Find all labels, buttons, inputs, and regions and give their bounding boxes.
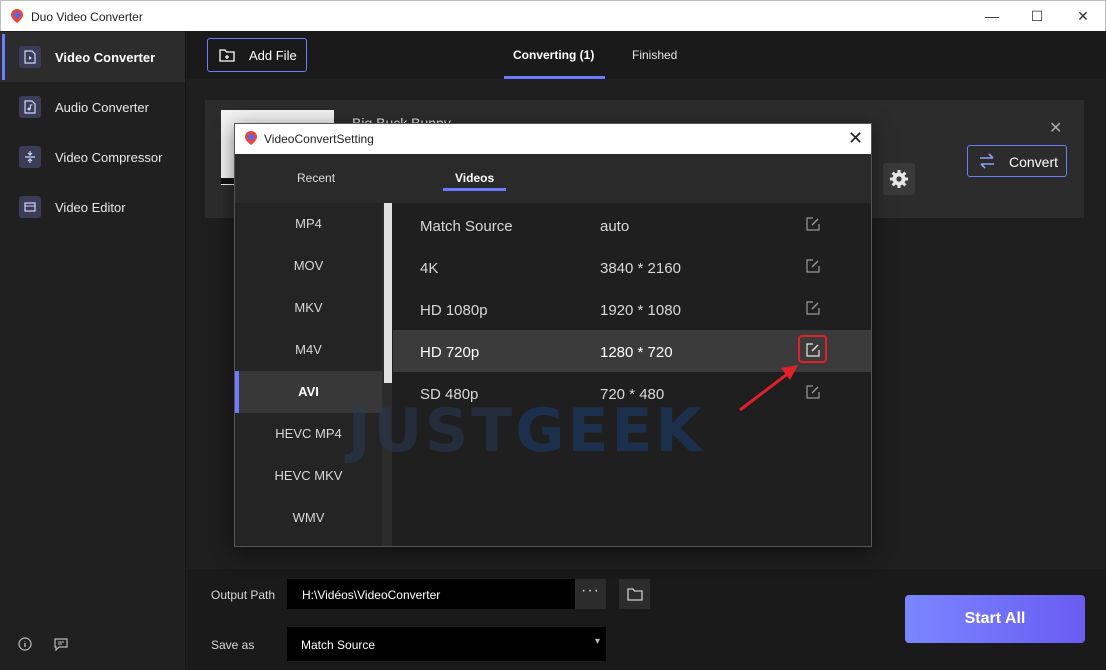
resolution-row[interactable]: HD 1080p 1920 * 1080 <box>393 288 871 330</box>
app-title: Duo Video Converter <box>31 10 143 24</box>
resolution-row[interactable]: 4K 3840 * 2160 <box>393 246 871 288</box>
add-file-button[interactable]: Add File <box>207 38 307 72</box>
output-path-field[interactable]: H:\Vidéos\VideoConverter <box>287 579 577 609</box>
convert-icon <box>980 153 994 169</box>
tab-videos[interactable]: Videos <box>455 171 494 185</box>
watermark: JUSTGEEK <box>348 396 705 466</box>
dialog-close-button[interactable]: ✕ <box>848 128 863 149</box>
folder-icon <box>626 588 643 601</box>
settings-gear-button[interactable] <box>883 163 915 195</box>
compress-icon <box>19 146 41 168</box>
resolution-value: 1280 * 720 <box>600 344 673 361</box>
minimize-button[interactable]: — <box>969 1 1015 31</box>
resolution-value: 3840 * 2160 <box>600 260 681 277</box>
format-item-mkv[interactable]: MKV <box>235 287 382 329</box>
app-logo-icon <box>245 131 257 145</box>
edit-icon[interactable] <box>806 259 820 273</box>
editor-icon <box>19 196 41 218</box>
top-bar: Add File Converting (1) Finished <box>187 31 1106 79</box>
dialog-tabs: Recent Videos <box>235 154 871 203</box>
edit-icon[interactable] <box>806 385 820 399</box>
add-file-icon <box>219 49 235 62</box>
app-logo-icon <box>11 9 23 23</box>
title-bar: Duo Video Converter — ☐ ✕ <box>0 0 1106 31</box>
bottom-bar: Output Path H:\Vidéos\VideoConverter ···… <box>187 569 1106 670</box>
tab-recent[interactable]: Recent <box>297 171 335 185</box>
edit-icon[interactable] <box>806 301 820 315</box>
sidebar-item-label: Audio Converter <box>55 99 149 115</box>
resolution-list: Match Source auto 4K 3840 * 2160 HD 1080… <box>393 203 871 546</box>
sidebar-item-label: Video Compressor <box>55 149 163 165</box>
tab-finished[interactable]: Finished <box>632 48 677 62</box>
sidebar-item-audio-converter[interactable]: Audio Converter <box>0 82 185 132</box>
sidebar-item-label: Video Converter <box>55 49 156 65</box>
sidebar-item-label: Video Editor <box>55 199 126 215</box>
close-window-button[interactable]: ✕ <box>1060 1 1106 31</box>
resolution-value: 1920 * 1080 <box>600 302 681 319</box>
resolution-name: HD 1080p <box>420 302 488 319</box>
feedback-icon[interactable] <box>54 637 68 651</box>
format-item-m4v[interactable]: M4V <box>235 329 382 371</box>
watermark-part2: GEEK <box>515 396 705 466</box>
convert-label: Convert <box>1009 154 1059 170</box>
watermark-part1: JUST <box>348 396 516 466</box>
remove-file-icon[interactable]: ✕ <box>1049 118 1062 138</box>
format-item-mp4[interactable]: MP4 <box>235 203 382 245</box>
sidebar-item-video-editor[interactable]: Video Editor <box>0 182 185 232</box>
sidebar: Video Converter Audio Converter Video Co… <box>0 31 186 670</box>
resolution-row-selected[interactable]: HD 720p 1280 * 720 <box>393 330 871 372</box>
add-file-label: Add File <box>249 48 297 63</box>
tab-converting[interactable]: Converting (1) <box>513 48 594 62</box>
start-all-button[interactable]: Start All <box>905 595 1085 643</box>
save-as-label: Save as <box>211 638 255 652</box>
dialog-title-bar: VideoConvertSetting ✕ <box>235 124 871 154</box>
save-as-value: Match Source <box>301 638 376 652</box>
resolution-name: 4K <box>420 260 439 277</box>
app-window: Duo Video Converter — ☐ ✕ Video Converte… <box>0 0 1106 670</box>
format-list-scroll-thumb[interactable] <box>384 203 392 383</box>
save-as-select[interactable]: Match Source ▾ <box>287 627 606 661</box>
video-file-icon <box>19 46 41 68</box>
info-icon[interactable] <box>18 637 32 651</box>
sidebar-item-video-converter[interactable]: Video Converter <box>0 32 185 82</box>
gear-icon <box>890 170 908 188</box>
output-path-label: Output Path <box>211 588 276 602</box>
format-item-mov[interactable]: MOV <box>235 245 382 287</box>
convert-button[interactable]: Convert <box>967 145 1067 177</box>
open-folder-button[interactable] <box>619 579 650 609</box>
video-convert-setting-dialog: VideoConvertSetting ✕ Recent Videos MP4 … <box>234 123 872 547</box>
edit-icon[interactable] <box>806 217 820 231</box>
format-item-wmv[interactable]: WMV <box>235 497 382 539</box>
dialog-title: VideoConvertSetting <box>264 132 374 146</box>
output-path-value: H:\Vidéos\VideoConverter <box>302 588 441 602</box>
sidebar-item-video-compressor[interactable]: Video Compressor <box>0 132 185 182</box>
maximize-button[interactable]: ☐ <box>1014 1 1060 31</box>
resolution-row[interactable]: Match Source auto <box>393 204 871 246</box>
edit-icon[interactable] <box>806 343 820 357</box>
resolution-name: HD 720p <box>420 344 480 361</box>
chevron-down-icon: ▾ <box>594 636 600 647</box>
audio-file-icon <box>19 96 41 118</box>
format-list: MP4 MOV MKV M4V AVI HEVC MP4 HEVC MKV WM… <box>235 203 382 546</box>
resolution-name: Match Source <box>420 218 513 235</box>
active-tab-indicator <box>443 188 506 191</box>
resolution-value: auto <box>600 218 630 235</box>
start-all-label: Start All <box>964 610 1026 627</box>
output-path-more-button[interactable]: ··· <box>575 579 606 609</box>
